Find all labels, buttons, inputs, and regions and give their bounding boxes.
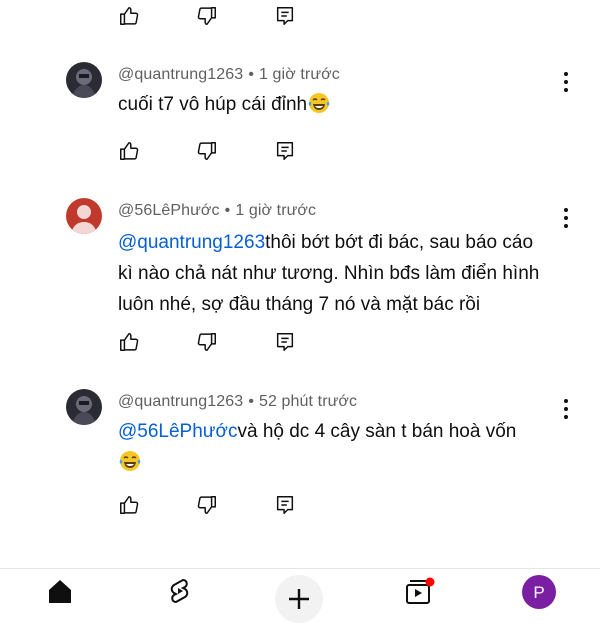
- comment-line-1: @56LêPhướcvà hộ dc 4 cây sàn t bán hoà v…: [118, 416, 538, 447]
- laughing-tears-icon: [119, 451, 141, 471]
- comment-time: 1 giờ trước: [259, 66, 340, 83]
- more-options-button[interactable]: [558, 206, 574, 230]
- shorts-icon: [170, 578, 189, 604]
- like-button[interactable]: [118, 330, 196, 354]
- thumbs-down-icon: [197, 142, 216, 160]
- reply-comment-icon: [276, 7, 294, 25]
- comment-line-2: [118, 447, 538, 478]
- reply-button[interactable]: [274, 4, 352, 28]
- comment-actions: [118, 139, 352, 163]
- reply-button[interactable]: [274, 493, 352, 517]
- like-button[interactable]: [118, 493, 196, 517]
- thumbs-up-icon: [120, 333, 139, 351]
- comment-actions: [118, 330, 352, 354]
- comment-actions: [118, 493, 352, 517]
- comment-meta: @quantrung1263 • 52 phút trước: [118, 393, 357, 411]
- comment-meta: @56LêPhước • 1 giờ trước: [118, 202, 316, 220]
- nav-subscriptions[interactable]: [404, 577, 438, 610]
- thumbs-down-icon: [197, 333, 216, 351]
- nav-create[interactable]: [275, 575, 323, 628]
- author-name[interactable]: @quantrung1263: [118, 393, 243, 410]
- profile-avatar: P: [522, 575, 556, 609]
- home-icon: [49, 580, 71, 603]
- dislike-button[interactable]: [196, 330, 274, 354]
- comment-actions-top: [118, 4, 352, 28]
- default-avatar-icon: [66, 198, 102, 234]
- thumbs-up-icon: [120, 496, 139, 514]
- avatar[interactable]: [66, 389, 102, 425]
- reply-comment-icon: [276, 496, 294, 514]
- avatar-image: [66, 62, 102, 98]
- comment-time: 52 phút trước: [259, 393, 358, 410]
- like-button[interactable]: [118, 139, 196, 163]
- dislike-button[interactable]: [196, 4, 274, 28]
- like-button[interactable]: [118, 4, 196, 28]
- more-options-button[interactable]: [558, 70, 574, 94]
- author-name[interactable]: @quantrung1263: [118, 66, 243, 83]
- plus-icon: [275, 575, 323, 623]
- nav-shorts[interactable]: [166, 577, 194, 610]
- dislike-button[interactable]: [196, 139, 274, 163]
- comment-text-content: cuối t7 vô húp cái đỉnh: [118, 94, 308, 115]
- comment-text: cuối t7 vô húp cái đỉnh: [118, 89, 538, 120]
- meta-separator: •: [248, 66, 255, 83]
- thumbs-down-icon: [197, 496, 216, 514]
- meta-separator: •: [248, 393, 255, 410]
- avatar[interactable]: [66, 198, 102, 234]
- reply-comment-icon: [276, 333, 294, 351]
- mention-link[interactable]: @quantrung1263: [118, 232, 265, 253]
- author-name[interactable]: @56LêPhước: [118, 202, 220, 219]
- mention-link[interactable]: @56LêPhước: [118, 421, 237, 442]
- thumbs-down-icon: [197, 7, 216, 25]
- comment-meta: @quantrung1263 • 1 giờ trước: [118, 66, 340, 84]
- subscriptions-icon: [406, 577, 435, 604]
- nav-profile[interactable]: P: [522, 575, 556, 614]
- comment-line-text: thôi bớt bớt đi bác, sau báo cáo: [265, 232, 534, 253]
- nav-home[interactable]: [46, 577, 74, 610]
- thumbs-up-icon: [120, 7, 139, 25]
- profile-initial: P: [533, 583, 544, 602]
- meta-separator: •: [224, 202, 231, 219]
- reply-button[interactable]: [274, 139, 352, 163]
- comment-line-1: @quantrung1263thôi bớt bớt đi bác, sau b…: [118, 227, 558, 258]
- avatar-image: [66, 389, 102, 425]
- dislike-button[interactable]: [196, 493, 274, 517]
- reply-button[interactable]: [274, 330, 352, 354]
- laughing-tears-icon: [308, 93, 330, 113]
- comment-time: 1 giờ trước: [235, 202, 317, 219]
- reply-comment-icon: [276, 142, 294, 160]
- avatar[interactable]: [66, 62, 102, 98]
- bottom-navigation: P: [0, 568, 600, 623]
- thumbs-up-icon: [120, 142, 139, 160]
- comment-line-2: kì nào chả nát như tương. Nhìn bđs làm đ…: [118, 263, 540, 284]
- more-options-button[interactable]: [558, 397, 574, 421]
- comment-text: @56LêPhướcvà hộ dc 4 cây sàn t bán hoà v…: [118, 416, 538, 478]
- comment-text: @quantrung1263thôi bớt bớt đi bác, sau b…: [118, 227, 558, 320]
- comment-line-text: và hộ dc 4 cây sàn t bán hoà vốn: [237, 421, 517, 442]
- comment-line-3: luôn nhé, sợ đầu tháng 7 nó và mặt bác r…: [118, 294, 481, 315]
